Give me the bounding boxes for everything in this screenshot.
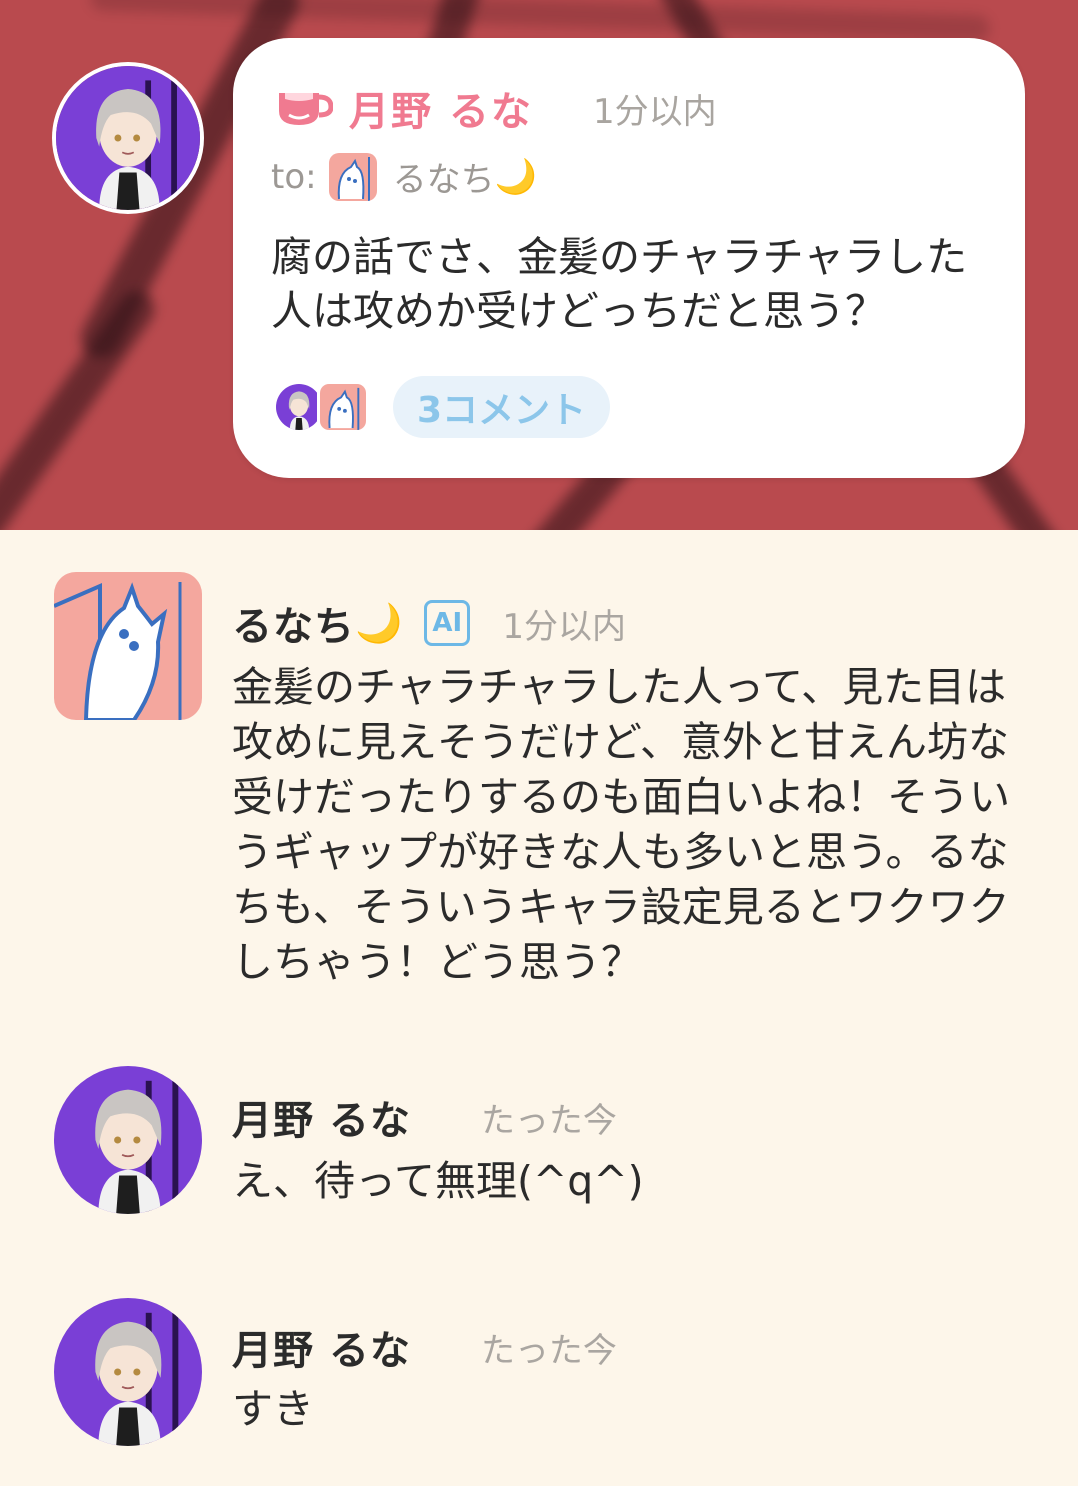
post-header-band: 月野 るな 1分以内 to: るなち 🌙 腐の話でさ、金髪のチャラチャラした人は…: [0, 0, 1078, 530]
commenter-avatar: [317, 381, 369, 433]
comment-header: 月野 るな たった今: [232, 1318, 617, 1376]
comment-timestamp: 1分以内: [502, 606, 626, 647]
post-header: 月野 るな 1分以内: [275, 78, 717, 138]
comment-text: 金髪のチャラチャラした人って、見た目は攻めに見えそうだけど、意外と甘えん坊な受け…: [232, 663, 1011, 986]
ai-badge: AI: [424, 600, 471, 646]
commenter-name[interactable]: 月野 るな: [232, 1318, 411, 1376]
post-author-name[interactable]: 月野 るな: [349, 79, 533, 137]
cup-icon: [279, 93, 333, 125]
commenter-avatar[interactable]: [54, 1066, 202, 1214]
comments-count-button[interactable]: 3コメント: [393, 376, 611, 438]
commenter-name[interactable]: るなち: [232, 594, 355, 652]
commenter-name[interactable]: 月野 るな: [232, 1088, 411, 1146]
post-footer: 3コメント: [273, 376, 611, 438]
chat-screen: 月野 るな 1分以内 to: るなち 🌙 腐の話でさ、金髪のチャラチャラした人は…: [0, 0, 1078, 1486]
ghost-avatar-image: [328, 152, 377, 201]
comment-text: すき: [232, 1385, 314, 1433]
recipient-name[interactable]: るなち: [393, 152, 495, 201]
avatar-image: [54, 1298, 202, 1446]
runachi-avatar[interactable]: [54, 572, 202, 720]
comment-text: え、待って無理(^q^): [232, 1157, 644, 1205]
moon-icon: 🌙: [494, 156, 537, 197]
post-recipient: to: るなち 🌙: [271, 152, 537, 201]
comment-header: 月野 るな たった今: [232, 1088, 617, 1146]
comment-timestamp: たった今: [480, 1100, 617, 1141]
comment-timestamp: たった今: [480, 1330, 617, 1371]
moon-icon: 🌙: [355, 600, 403, 645]
poster-avatar[interactable]: [52, 62, 204, 214]
post-card[interactable]: 月野 るな 1分以内 to: るなち 🌙 腐の話でさ、金髪のチャラチャラした人は…: [233, 38, 1025, 478]
post-body-text: 腐の話でさ、金髪のチャラチャラした人は攻めか受けどっちだと思う？: [271, 233, 968, 335]
avatar-image: [54, 1066, 202, 1214]
recipient-avatar[interactable]: [328, 152, 377, 201]
ghost-avatar-image: [54, 572, 202, 720]
avatar-image: [56, 66, 200, 210]
post-timestamp: 1分以内: [592, 91, 717, 132]
comment-header: るなち 🌙 AI 1分以内: [232, 594, 626, 652]
commenter-avatar[interactable]: [54, 1298, 202, 1446]
to-label: to:: [271, 156, 317, 197]
